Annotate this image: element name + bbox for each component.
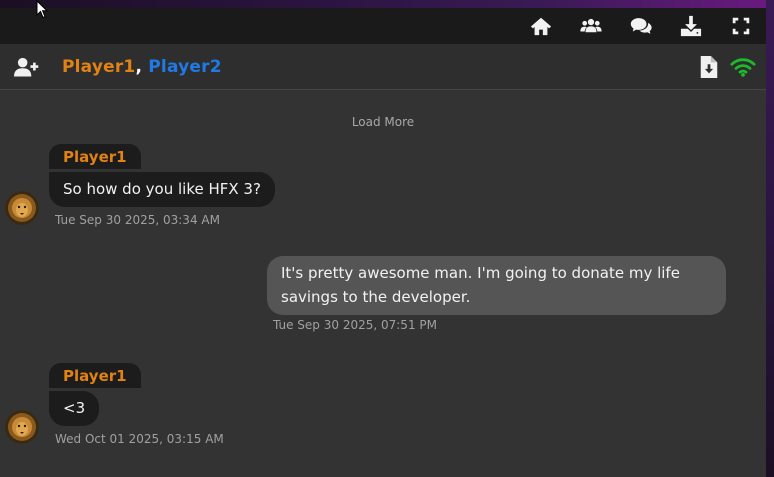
header-actions: [690, 53, 758, 81]
participant-name[interactable]: Player1: [62, 57, 135, 77]
desktop-background: [0, 0, 774, 8]
participant-separator: ,: [135, 56, 143, 77]
desktop-background-right: [766, 0, 774, 477]
participant-name[interactable]: Player2: [148, 57, 221, 77]
file-download-icon[interactable]: [694, 53, 724, 81]
sender-name: Player1: [49, 363, 141, 388]
avatar[interactable]: [5, 410, 39, 444]
message-timestamp: Tue Sep 30 2025, 07:51 PM: [273, 318, 437, 332]
participant-list: Player1, Player2: [62, 57, 222, 77]
mouse-cursor-icon: [36, 0, 48, 19]
home-icon[interactable]: [516, 8, 566, 44]
message-timestamp: Tue Sep 30 2025, 03:34 AM: [55, 213, 220, 227]
fullscreen-icon[interactable]: [716, 8, 766, 44]
message-bubble: So how do you like HFX 3?: [49, 172, 275, 207]
top-toolbar: [0, 8, 766, 44]
add-user-icon[interactable]: [14, 55, 40, 79]
chat-header: Player1, Player2: [0, 44, 766, 90]
load-more-link[interactable]: Load More: [0, 115, 766, 129]
message-timestamp: Wed Oct 01 2025, 03:15 AM: [55, 432, 224, 446]
chat-icon[interactable]: [616, 8, 666, 44]
message-bubble: <3: [49, 391, 100, 426]
sender-name: Player1: [49, 144, 141, 169]
wifi-icon: [728, 53, 758, 81]
message-list: Load More Player1 So how do you like HFX…: [0, 90, 766, 477]
download-icon[interactable]: [666, 8, 716, 44]
avatar[interactable]: [5, 191, 39, 225]
users-icon[interactable]: [566, 8, 616, 44]
message-bubble: It's pretty awesome man. I'm going to do…: [267, 256, 726, 315]
